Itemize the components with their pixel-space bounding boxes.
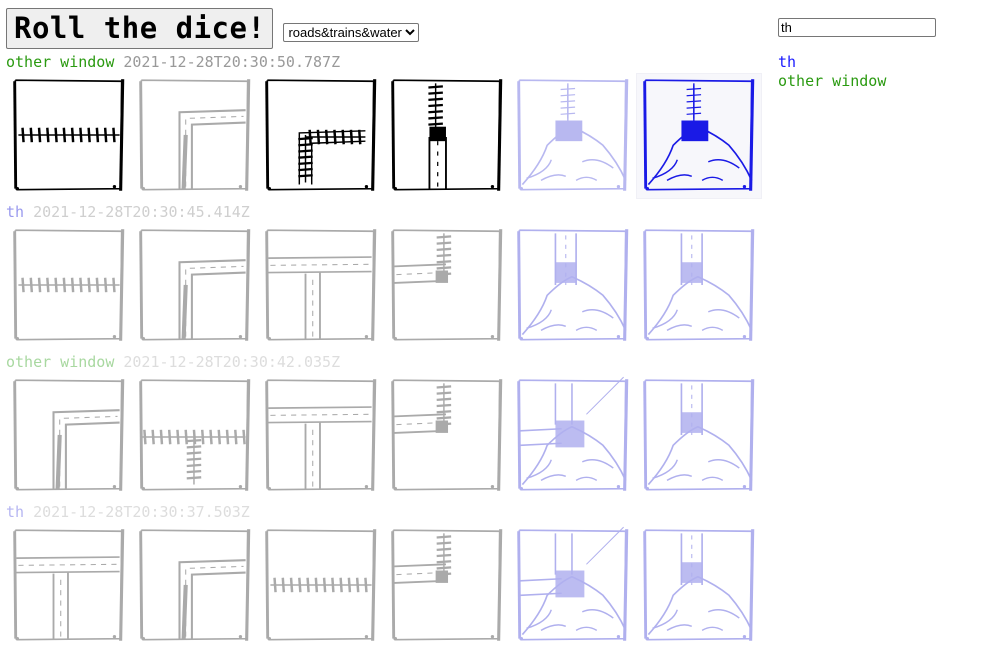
history-row: other window 2021-12-28T20:30:42.035Z — [6, 353, 762, 499]
search-input[interactable] — [778, 18, 936, 37]
tile-road-corner[interactable] — [132, 223, 258, 349]
toolbar: Roll the dice! roads&trains&water — [6, 8, 420, 49]
tile-road-h[interactable] — [258, 523, 384, 649]
tile-water-road[interactable] — [636, 223, 762, 349]
window-list: th other window — [778, 53, 886, 91]
row-header: other window 2021-12-28T20:30:42.035Z — [6, 353, 762, 372]
tile-water-cross[interactable] — [510, 523, 636, 649]
window-name: other window — [6, 353, 115, 371]
timestamp: 2021-12-28T20:30:45.414Z — [33, 203, 250, 221]
tile-rail-t[interactable] — [132, 373, 258, 499]
tile-road-corner[interactable] — [132, 523, 258, 649]
window-name: th — [6, 203, 25, 221]
tile-road-t[interactable] — [6, 523, 132, 649]
tile-road-rail-corner[interactable] — [384, 523, 510, 649]
tile-strip — [6, 223, 762, 349]
tile-road-rail-corner[interactable] — [384, 373, 510, 499]
tile-road-corner[interactable] — [6, 373, 132, 499]
tile-strip — [6, 523, 762, 649]
timestamp: 2021-12-28T20:30:50.787Z — [123, 53, 341, 71]
timestamp: 2021-12-28T20:30:37.503Z — [33, 503, 250, 521]
tile-water-road[interactable] — [510, 223, 636, 349]
row-header: other window 2021-12-28T20:30:50.787Z — [6, 53, 762, 72]
tile-water-road[interactable] — [636, 523, 762, 649]
tile-rail-corner[interactable] — [258, 73, 384, 199]
tile-set-select[interactable]: roads&trains&water — [283, 23, 420, 42]
tile-water-road[interactable] — [636, 373, 762, 499]
window-name: other window — [6, 53, 115, 71]
window-list-item[interactable]: other window — [778, 72, 886, 91]
timestamp: 2021-12-28T20:30:42.035Z — [123, 353, 341, 371]
tile-road-h[interactable] — [6, 73, 132, 199]
tile-water-cross[interactable] — [510, 373, 636, 499]
tile-road-corner[interactable] — [132, 73, 258, 199]
history-row: other window 2021-12-28T20:30:50.787Z — [6, 53, 762, 199]
tile-strip — [6, 373, 762, 499]
tile-road-rail-corner[interactable] — [384, 223, 510, 349]
roll-dice-button[interactable]: Roll the dice! — [6, 8, 274, 49]
history-list: other window 2021-12-28T20:30:50.787Z th… — [6, 53, 762, 653]
tile-road-t[interactable] — [258, 223, 384, 349]
tile-rail-road-v[interactable] — [384, 73, 510, 199]
tile-road-t[interactable] — [258, 373, 384, 499]
row-header: th 2021-12-28T20:30:45.414Z — [6, 203, 762, 222]
tile-strip — [6, 73, 762, 199]
row-header: th 2021-12-28T20:30:37.503Z — [6, 503, 762, 522]
window-list-item[interactable]: th — [778, 53, 886, 72]
tile-water[interactable] — [510, 73, 636, 199]
window-name: th — [6, 503, 25, 521]
history-row: th 2021-12-28T20:30:37.503Z — [6, 503, 762, 649]
tile-water[interactable] — [636, 73, 762, 199]
history-row: th 2021-12-28T20:30:45.414Z — [6, 203, 762, 349]
tile-road-h[interactable] — [6, 223, 132, 349]
